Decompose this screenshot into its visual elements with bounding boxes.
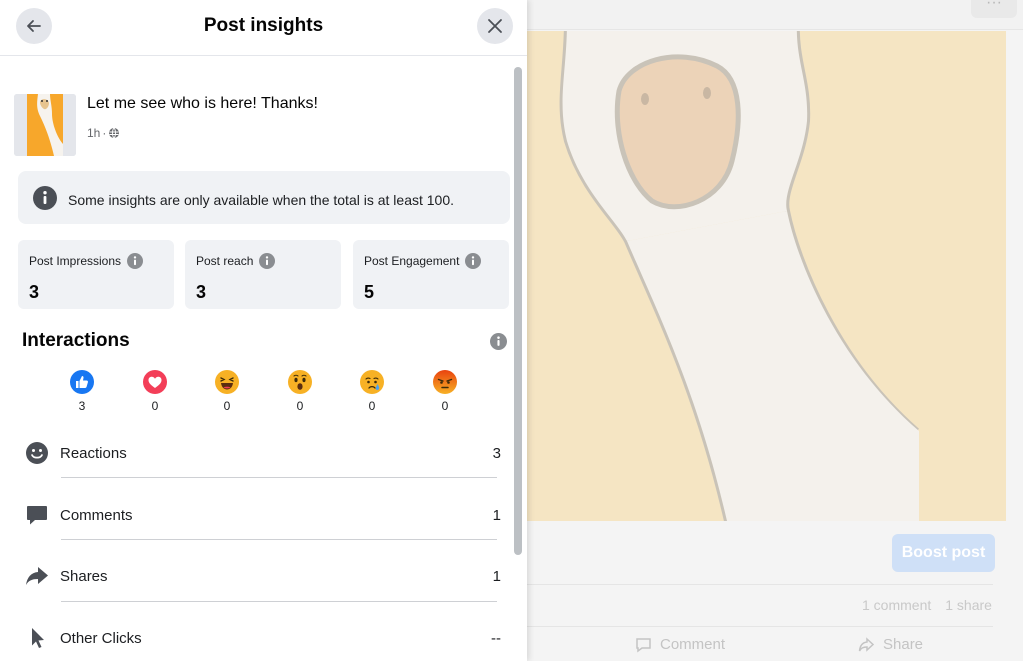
- interactions-heading: Interactions: [22, 330, 130, 351]
- metric-value: 1: [492, 568, 501, 585]
- metric-row-other-clicks[interactable]: Other Clicks --: [22, 618, 507, 658]
- stat-label: Post Engagement: [364, 254, 460, 268]
- reaction-like: 3: [67, 370, 97, 413]
- metric-label: Comments: [60, 507, 133, 524]
- divider: [61, 477, 497, 478]
- reaction-angry: 0: [430, 370, 460, 413]
- share-action-button[interactable]: Share: [858, 636, 923, 653]
- wow-reaction-icon: [288, 370, 312, 394]
- comment-action-label: Comment: [660, 636, 726, 653]
- more-options-button[interactable]: ···: [971, 0, 1017, 18]
- stat-card-impressions: Post Impressions 3: [18, 240, 174, 309]
- metric-row-reactions[interactable]: Reactions 3: [22, 433, 507, 473]
- reaction-sad: 0: [357, 370, 387, 413]
- reaction-wow: 0: [285, 370, 315, 413]
- share-arrow-icon: [26, 567, 48, 585]
- stat-label-wrapper: Post Impressions: [29, 253, 144, 269]
- close-icon: [488, 19, 502, 33]
- metric-label: Shares: [60, 568, 108, 585]
- stat-value: 5: [364, 282, 375, 302]
- reaction-count: 0: [368, 399, 376, 413]
- smiley-icon: [26, 442, 48, 464]
- meta-separator: ·: [102, 126, 107, 140]
- metric-row-comments[interactable]: Comments 1: [22, 495, 507, 535]
- post-time[interactable]: 1h: [87, 126, 100, 140]
- reaction-count: 0: [296, 399, 304, 413]
- info-icon: [33, 186, 57, 210]
- notice-text: Some insights are only available when th…: [68, 192, 455, 208]
- divider: [61, 601, 497, 602]
- info-icon[interactable]: [490, 333, 507, 350]
- engagement-counts: 1 comment 1 share: [862, 597, 1006, 613]
- share-outline-icon: [858, 636, 875, 652]
- close-button[interactable]: [477, 8, 513, 44]
- reaction-count: 0: [151, 399, 159, 413]
- goose-thumbnail-image: [14, 94, 76, 156]
- stat-label: Post Impressions: [29, 254, 122, 268]
- cursor-icon: [32, 628, 44, 648]
- panel-header: Post insights: [0, 0, 527, 56]
- insights-notice: Some insights are only available when th…: [18, 171, 510, 224]
- scrollbar[interactable]: [514, 67, 522, 555]
- stat-label-wrapper: Post reach: [196, 253, 276, 269]
- comment-count[interactable]: 1 comment: [862, 597, 931, 613]
- metric-label: Reactions: [60, 445, 127, 462]
- share-action-label: Share: [883, 636, 924, 653]
- reaction-haha: 0: [212, 370, 242, 413]
- stat-card-engagement: Post Engagement 5: [353, 240, 509, 309]
- metric-row-shares[interactable]: Shares 1: [22, 556, 507, 596]
- stat-label: Post reach: [196, 254, 254, 268]
- post-insights-panel: Post insights Let me see who is here! Th…: [0, 0, 527, 661]
- feed-right-edge: [1006, 31, 1023, 661]
- angry-reaction-icon: [433, 370, 457, 394]
- metric-value: 1: [492, 507, 501, 524]
- like-reaction-icon: [70, 370, 94, 394]
- divider: [527, 584, 993, 585]
- love-reaction-icon: [143, 370, 167, 394]
- comment-outline-icon: [636, 637, 651, 652]
- stat-value: 3: [29, 282, 40, 302]
- stat-label-wrapper: Post Engagement: [364, 253, 482, 269]
- stat-card-reach: Post reach 3: [185, 240, 341, 309]
- metric-value: --: [491, 630, 501, 647]
- info-icon[interactable]: [259, 253, 276, 269]
- post-image: [527, 31, 1006, 521]
- post-caption: Let me see who is here! Thanks!: [87, 95, 318, 112]
- post-header-bar: ···: [527, 0, 1023, 30]
- comment-action-button[interactable]: Comment: [635, 636, 725, 653]
- post-meta: 1h ·: [87, 126, 120, 140]
- divider: [527, 626, 993, 627]
- globe-icon: [109, 127, 120, 139]
- goose-illustration: [559, 31, 1006, 521]
- info-icon[interactable]: [465, 253, 482, 269]
- comment-bubble-icon: [27, 506, 47, 525]
- sad-reaction-icon: [360, 370, 384, 394]
- share-count[interactable]: 1 share: [945, 597, 992, 613]
- reaction-count: 0: [223, 399, 231, 413]
- post-thumbnail[interactable]: [14, 94, 76, 156]
- haha-reaction-icon: [215, 370, 239, 394]
- metric-value: 3: [492, 445, 501, 462]
- reaction-count: 3: [78, 399, 86, 413]
- boost-post-button[interactable]: Boost post: [892, 534, 995, 572]
- info-icon[interactable]: [127, 253, 144, 269]
- stat-value: 3: [196, 282, 207, 302]
- panel-title: Post insights: [203, 15, 324, 36]
- reaction-love: 0: [140, 370, 170, 413]
- metric-label: Other Clicks: [60, 630, 142, 647]
- divider: [61, 539, 497, 540]
- reaction-count: 0: [441, 399, 449, 413]
